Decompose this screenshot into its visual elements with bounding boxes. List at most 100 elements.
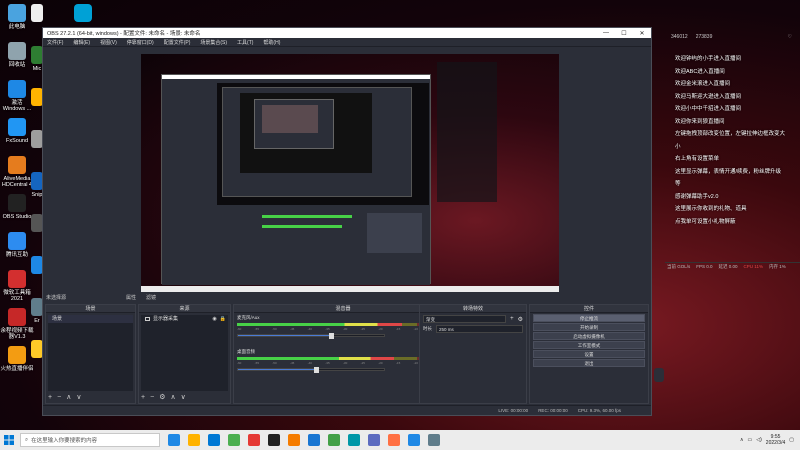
chat-collapse-button[interactable] [654,368,664,382]
taskbar-app-icon[interactable] [308,434,320,446]
system-tray: ∧ ▭ ◁) 9:55 2022/3/4 ▢ [740,430,794,450]
desktop-icon[interactable]: AliveMedia HDCentral 4 [0,156,34,188]
notification-icon[interactable]: ▢ [789,437,794,443]
control-button[interactable]: 启动虚拟摄像机 [533,332,645,340]
taskbar-search-input[interactable]: ⌕ 在这里输入你要搜索的内容 [20,433,160,447]
source-item[interactable]: 显示器采集 ◉ 🔒 [141,315,228,323]
taskbar-app-icon[interactable] [268,434,280,446]
scale-tick: -40 [307,327,312,331]
filters-button[interactable]: 滤镜 [146,294,156,301]
desktop-icon[interactable]: 余程视频下载器V1.3 [0,308,34,340]
monitor-icon [145,317,150,321]
duration-input[interactable]: 250 ms [436,325,523,333]
obs-window-title: OBS 27.2.1 (64-bit, windows) - 配置文件: 未命名… [47,31,201,37]
maximize-button[interactable]: ☐ [615,30,633,37]
taskbar-app-icon[interactable] [388,434,400,446]
source-properties-button[interactable]: ⚙ [159,393,165,402]
control-button[interactable]: 停止推流 [533,314,645,322]
menu-profile[interactable]: 配置文件(P) [164,39,191,46]
taskbar-app-icon[interactable] [368,434,380,446]
taskbar-app-icon[interactable] [328,434,340,446]
desktop-icon[interactable]: 激活 Windows ... [0,80,34,112]
control-button[interactable]: 退出 [533,359,645,367]
scale-tick: -45 [289,361,295,365]
taskbar-app-icon[interactable] [348,434,360,446]
move-scene-down-button[interactable]: ∨ [76,393,81,402]
lock-icon[interactable]: 🔒 [220,315,226,323]
taskbar-app-icon[interactable] [168,434,180,446]
channel-name: 麦克风/Aux [237,315,260,320]
bilibili-desktop-icon[interactable] [66,4,100,24]
taskbar-app-icon[interactable] [408,434,420,446]
menu-file[interactable]: 文件(F) [47,39,63,46]
menu-view[interactable]: 视图(V) [100,39,117,46]
scale-tick: -25 [360,327,365,331]
close-button[interactable]: ✕ [633,30,651,37]
menu-scene-collection[interactable]: 场景集合(S) [200,39,227,46]
clock[interactable]: 9:55 2022/3/4 [766,434,785,446]
taskbar-app-icon[interactable] [228,434,240,446]
minimize-button[interactable]: — [597,30,615,36]
heart-icon[interactable]: ♡ [788,34,792,40]
app-icon [8,156,26,174]
desktop-icon[interactable]: 此电脑 [0,4,34,30]
desktop-icon[interactable]: 微软工具箱 2021 [0,270,34,302]
network-icon[interactable]: ▭ [748,437,753,443]
control-button[interactable]: 设置 [533,350,645,358]
taskbar-app-icon[interactable] [428,434,440,446]
remove-source-button[interactable]: − [150,393,154,402]
scale-tick: -50 [272,361,277,365]
desktop-icon-label: 此电脑 [8,24,26,30]
menu-edit[interactable]: 编辑(E) [73,39,90,46]
add-transition-button[interactable]: + [510,316,514,322]
volume-slider[interactable] [237,333,385,339]
eye-icon[interactable]: ◉ [212,315,216,323]
desktop-icon[interactable]: 火热直播伴侣 [0,346,34,372]
app-icon [8,118,26,136]
desktop-icon[interactable]: FxSound [0,118,34,144]
scale-tick: -60 [237,361,242,365]
source-item-label: 显示器采集 [153,316,179,322]
channel-name: 桌面音频 [237,349,255,354]
obs-window: OBS 27.2.1 (64-bit, windows) - 配置文件: 未命名… [42,27,652,416]
chat-header: 346012 273839 ♡ [665,30,800,44]
menu-help[interactable]: 帮助(H) [263,39,280,46]
menu-docks[interactable]: 停靠窗口(D) [127,39,154,46]
stat-item: 内存 1% [768,263,786,269]
volume-slider[interactable] [237,367,385,373]
preview-canvas[interactable] [141,54,559,292]
control-button[interactable]: 开始录制 [533,323,645,331]
clock-date: 2022/3/4 [765,440,786,446]
move-scene-up-button[interactable]: ∧ [66,393,71,402]
scene-item[interactable]: 场景 [48,315,133,323]
desktop-icon[interactable]: 回收站 [0,42,34,68]
desktop-icon[interactable] [30,4,44,24]
taskbar-app-icon[interactable] [208,434,220,446]
taskbar-app-icon[interactable] [288,434,300,446]
chat-message: 这里展示你收到的礼物、道具 [675,206,747,212]
properties-button[interactable]: 属性 [126,294,136,301]
control-button[interactable]: 工作室模式 [533,341,645,349]
chat-message: 左键拖拽顶部改变位置，左键拉伸边框改变大 [675,131,786,137]
add-scene-button[interactable]: + [48,393,52,402]
add-source-button[interactable]: + [141,393,145,402]
remove-scene-button[interactable]: − [57,393,61,402]
scale-tick: -35 [325,327,330,331]
duration-label: 时长 [423,326,432,331]
taskbar-app-icon[interactable] [248,434,260,446]
controls-dock-title: 控件 [530,305,648,313]
chevron-up-icon[interactable]: ∧ [740,437,744,443]
menu-tools[interactable]: 工具(T) [237,39,253,46]
start-button[interactable] [0,430,18,450]
volume-icon[interactable]: ◁) [756,437,762,443]
transition-select[interactable]: 渐变 [423,315,507,323]
move-source-down-button[interactable]: ∨ [181,393,186,402]
desktop-icon[interactable]: 腾讯互助 [0,232,34,258]
taskbar-app-icon[interactable] [188,434,200,446]
move-source-up-button[interactable]: ∧ [170,393,175,402]
danmaku-chat-overlay[interactable]: 346012 273839 ♡ 欢迎钟屿的小手进入直播间 欢迎ABC进入直播间 欢迎… [665,30,800,385]
gear-icon[interactable]: ⚙ [518,316,523,323]
search-icon: ⌕ [25,436,29,443]
scale-tick: -30 [342,327,348,331]
desktop-icon[interactable]: OBS Studio [0,194,34,220]
